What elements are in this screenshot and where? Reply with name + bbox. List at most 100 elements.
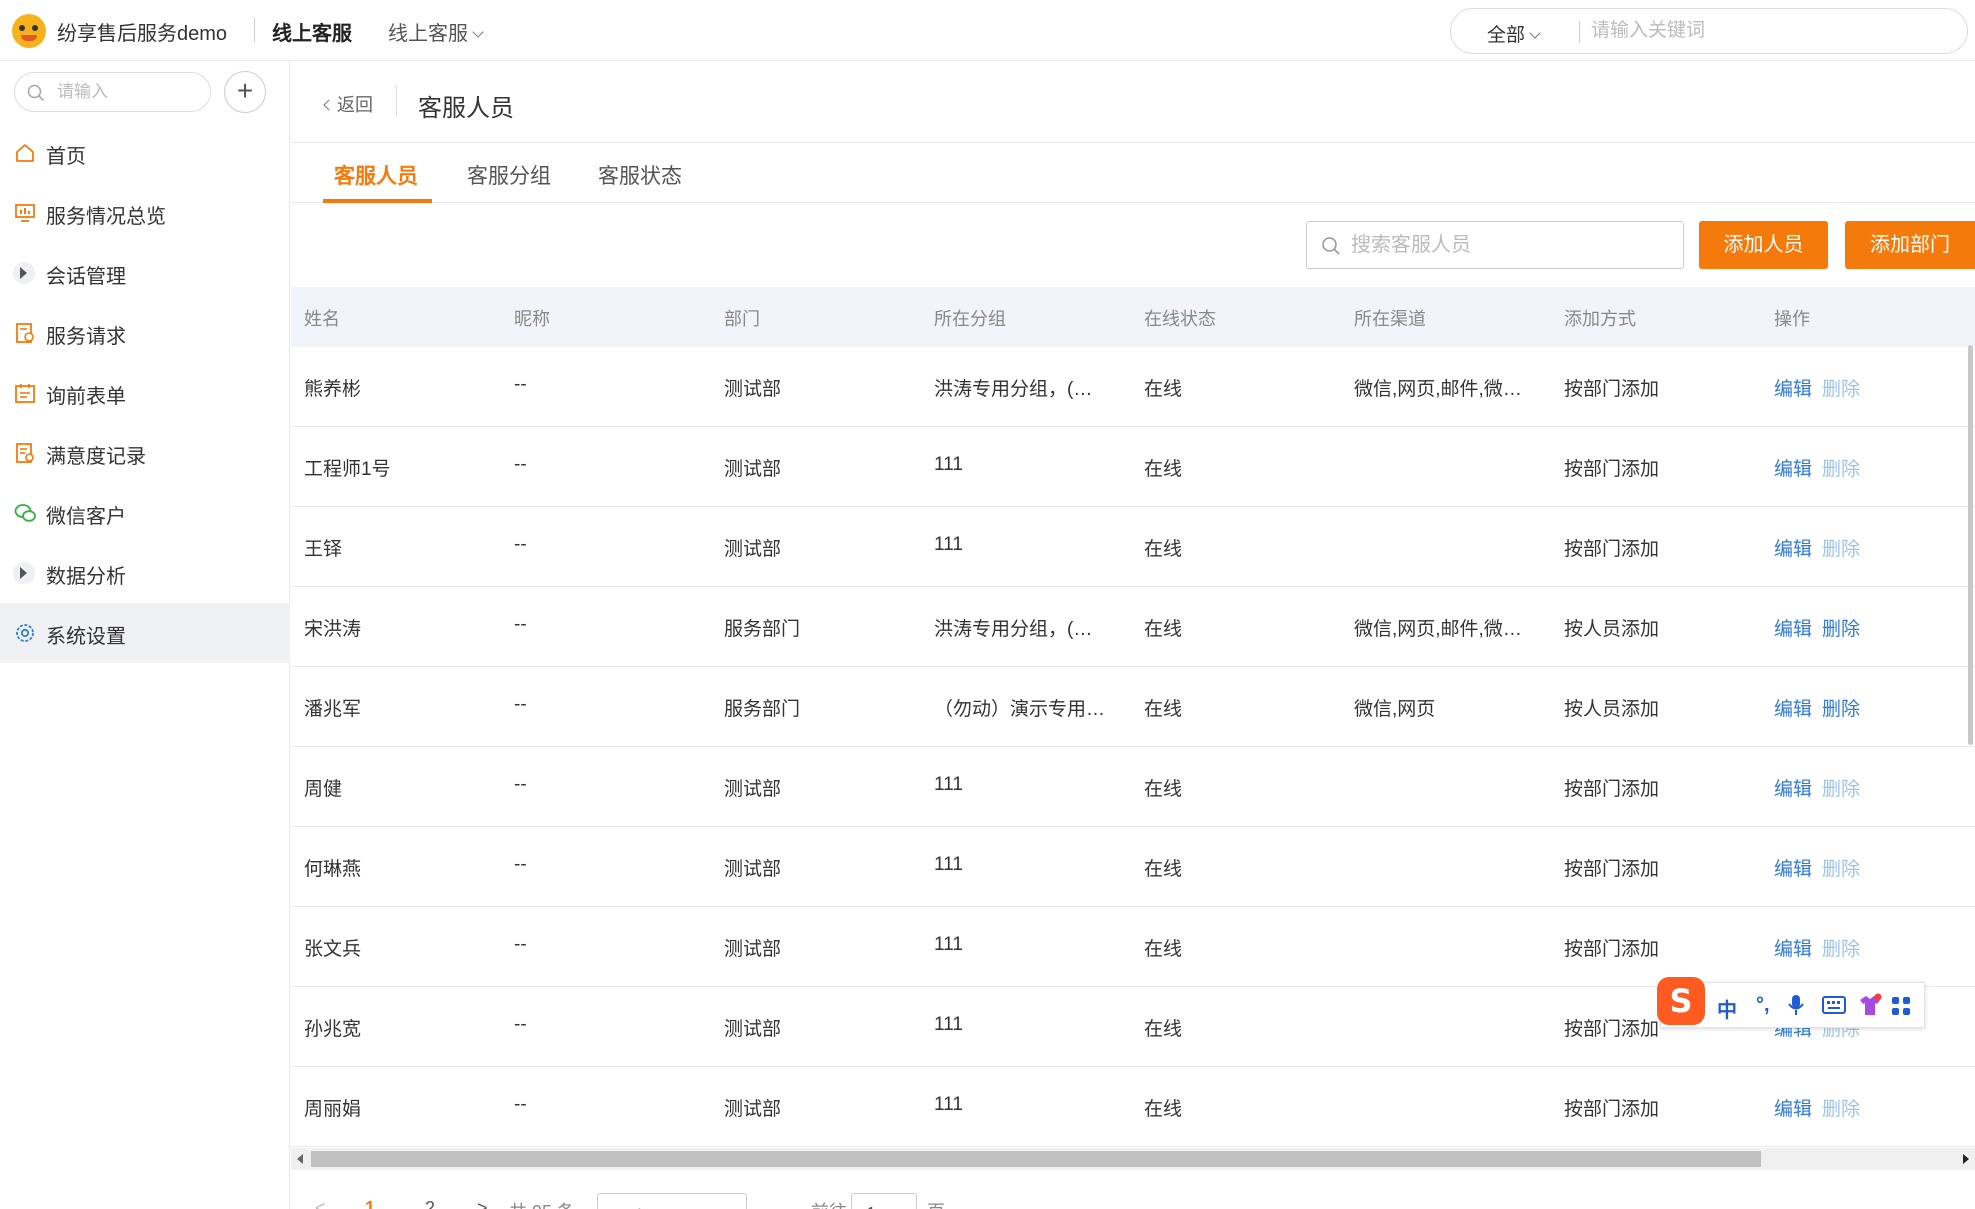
- cell-add-method: 按部门添加: [1564, 1099, 1660, 1120]
- horizontal-scrollbar-thumb[interactable]: [311, 1151, 1761, 1167]
- cell-department: 测试部: [724, 939, 782, 960]
- request-doc-icon: [16, 323, 34, 343]
- sidebar-item-label: 数据分析: [46, 566, 126, 588]
- app-grid-icon[interactable]: [1891, 996, 1911, 1016]
- cell-name: 工程师1号: [304, 459, 391, 480]
- cell-nickname: --: [514, 774, 527, 795]
- edit-link[interactable]: 编辑: [1774, 614, 1812, 641]
- satisfaction-doc-icon: [16, 443, 34, 463]
- cell-department: 测试部: [724, 859, 782, 880]
- delete-link[interactable]: 删除: [1822, 374, 1860, 401]
- keyboard-icon[interactable]: [1822, 996, 1846, 1014]
- sidebar-item-wechat[interactable]: 微信客户: [0, 483, 290, 543]
- microphone-icon[interactable]: [1787, 994, 1805, 1016]
- page-size-select[interactable]: 20条/页: [597, 1193, 747, 1209]
- vertical-scrollbar[interactable]: [1968, 345, 1973, 745]
- sidebar-item-overview[interactable]: 服务情况总览: [0, 183, 290, 243]
- sidebar-item-preform[interactable]: 询前表单: [0, 363, 290, 423]
- cell-add-method: 按部门添加: [1564, 379, 1660, 400]
- column-header-department: 部门: [724, 309, 760, 329]
- tab-agents[interactable]: 客服人员: [334, 160, 418, 190]
- edit-link[interactable]: 编辑: [1774, 454, 1812, 481]
- add-department-button[interactable]: 添加部门: [1845, 221, 1975, 269]
- cell-name: 宋洪涛: [304, 619, 362, 640]
- search-divider: [1579, 21, 1580, 43]
- sidebar-item-satisfaction[interactable]: 满意度记录: [0, 423, 290, 483]
- table-row: 工程师1号 -- 测试部 111 在线 按部门添加 编辑 删除: [291, 427, 1975, 507]
- tab-groups[interactable]: 客服分组: [467, 160, 551, 190]
- skin-shirt-icon[interactable]: [1857, 993, 1883, 1017]
- sidebar-item-analytics[interactable]: 数据分析: [0, 543, 290, 603]
- sidebar-search-input[interactable]: [57, 81, 197, 103]
- scroll-left-arrow-icon[interactable]: [297, 1154, 303, 1164]
- cell-channel: 微信,网页: [1354, 699, 1436, 720]
- delete-link[interactable]: 删除: [1822, 694, 1860, 721]
- global-search-input[interactable]: [1591, 17, 1951, 45]
- table-row: 周健 -- 测试部 111 在线 按部门添加 编辑 删除: [291, 747, 1975, 827]
- edit-link[interactable]: 编辑: [1774, 534, 1812, 561]
- cell-add-method: 按部门添加: [1564, 779, 1660, 800]
- back-link[interactable]: 返回: [323, 91, 373, 117]
- delete-link[interactable]: 删除: [1822, 454, 1860, 481]
- delete-link[interactable]: 删除: [1822, 614, 1860, 641]
- edit-link[interactable]: 编辑: [1774, 854, 1812, 881]
- chevron-down-icon: [1529, 27, 1541, 39]
- agent-search-input[interactable]: [1351, 232, 1671, 258]
- add-button[interactable]: +: [224, 71, 266, 113]
- delete-link[interactable]: 删除: [1822, 774, 1860, 801]
- cell-name: 何琳燕: [304, 859, 362, 880]
- total-count: 共 95 条: [509, 1198, 575, 1209]
- tab-status[interactable]: 客服状态: [598, 160, 682, 190]
- goto-page-input[interactable]: 1: [851, 1193, 917, 1209]
- cell-online-status: 在线: [1144, 1019, 1183, 1040]
- ime-punctuation-toggle[interactable]: °,: [1756, 994, 1770, 1017]
- cell-online-status: 在线: [1144, 379, 1183, 400]
- cell-online-status: 在线: [1144, 939, 1183, 960]
- delete-link[interactable]: 删除: [1822, 1094, 1860, 1121]
- table-row: 王铎 -- 测试部 111 在线 按部门添加 编辑 删除: [291, 507, 1975, 587]
- delete-link[interactable]: 删除: [1822, 854, 1860, 881]
- ime-language-toggle[interactable]: 中: [1717, 994, 1737, 1023]
- scroll-right-arrow-icon[interactable]: [1963, 1154, 1969, 1164]
- column-header-actions: 操作: [1774, 309, 1810, 329]
- sidebar-item-settings[interactable]: 系统设置: [0, 603, 290, 663]
- sidebar-item-label: 系统设置: [46, 626, 126, 648]
- page-number-2[interactable]: 2: [425, 1198, 435, 1209]
- edit-link[interactable]: 编辑: [1774, 694, 1812, 721]
- sidebar-item-requests[interactable]: 服务请求: [0, 303, 290, 363]
- module-switcher[interactable]: 线上客服: [388, 17, 484, 46]
- next-page-icon[interactable]: >: [477, 1198, 488, 1209]
- table-row: 宋洪涛 -- 服务部门 洪涛专用分组，(… 在线 微信,网页,邮件,微… 按人员添加 编辑 删除: [291, 587, 1975, 667]
- sidebar-item-home[interactable]: 首页: [0, 123, 290, 183]
- back-label: 返回: [337, 95, 373, 115]
- page-number-1[interactable]: 1: [365, 1198, 375, 1209]
- app-title[interactable]: 纷享售后服务demo: [57, 17, 227, 46]
- sidebar-item-label: 满意度记录: [46, 446, 146, 468]
- cell-department: 测试部: [724, 1099, 782, 1120]
- sidebar-item-sessions[interactable]: 会话管理: [0, 243, 290, 303]
- sidebar-item-label: 服务情况总览: [46, 206, 166, 228]
- delete-link[interactable]: 删除: [1822, 934, 1860, 961]
- cell-department: 测试部: [724, 1019, 782, 1040]
- cell-name: 熊养彬: [304, 379, 362, 400]
- sidebar-item-label: 微信客户: [46, 506, 126, 528]
- horizontal-scrollbar[interactable]: [291, 1148, 1975, 1170]
- edit-link[interactable]: 编辑: [1774, 374, 1812, 401]
- agent-search: [1306, 221, 1684, 269]
- table-row: 潘兆军 -- 服务部门 （勿动）演示专用… 在线 微信,网页 按人员添加 编辑 删除: [291, 667, 1975, 747]
- edit-link[interactable]: 编辑: [1774, 934, 1812, 961]
- cell-group: 111: [934, 1094, 963, 1115]
- table-row: 周丽娟 -- 测试部 111 在线 按部门添加 编辑 删除: [291, 1067, 1975, 1147]
- cell-name: 孙兆宽: [304, 1019, 362, 1040]
- edit-link[interactable]: 编辑: [1774, 774, 1812, 801]
- delete-link[interactable]: 删除: [1822, 534, 1860, 561]
- prev-page-icon[interactable]: <: [315, 1198, 326, 1209]
- column-header-group: 所在分组: [934, 309, 1006, 329]
- add-person-button[interactable]: 添加人员: [1699, 221, 1828, 269]
- expand-arrow-icon: [13, 262, 35, 284]
- edit-link[interactable]: 编辑: [1774, 1094, 1812, 1121]
- ime-logo-icon[interactable]: S: [1657, 977, 1705, 1025]
- search-scope-select[interactable]: 全部: [1487, 20, 1541, 47]
- cell-nickname: --: [514, 454, 527, 475]
- header-divider: [254, 18, 255, 42]
